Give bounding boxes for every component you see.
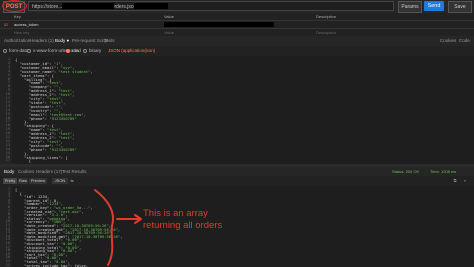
send-button[interactable]: Send xyxy=(424,1,444,11)
value-header: Value xyxy=(164,14,174,19)
new-key-placeholder[interactable]: New key xyxy=(14,29,29,36)
request-body-editor[interactable]: 1{2 "customer_id": "1", 3 "customer_email… xyxy=(0,56,474,164)
radio-urlencoded[interactable] xyxy=(27,49,31,53)
new-value-placeholder[interactable]: Value xyxy=(164,29,174,36)
tab-authorization[interactable]: Authorization xyxy=(4,36,30,46)
annotation-bracket xyxy=(94,189,142,266)
radio-binary[interactable] xyxy=(83,49,87,53)
annotation-text: This is an array returning all orders xyxy=(143,208,263,232)
code-line: { xyxy=(15,158,32,164)
redaction-bar xyxy=(62,3,114,9)
cookies-link[interactable]: Cookies xyxy=(440,36,456,46)
redaction-bar xyxy=(164,22,274,27)
radio-form-data[interactable] xyxy=(3,49,7,53)
method-highlight-circle xyxy=(2,0,27,12)
new-description-placeholder[interactable]: Description xyxy=(316,29,336,36)
line-number: 22 xyxy=(5,262,10,267)
tab-pre-request-script[interactable]: Pre-request Script xyxy=(72,36,108,46)
preview-button[interactable]: Preview xyxy=(29,178,47,184)
description-header: Description xyxy=(316,14,337,19)
option-binary[interactable]: binary xyxy=(89,46,101,56)
format-select[interactable]: JSON xyxy=(52,178,68,184)
checkbox-icon[interactable]: ☑ xyxy=(4,21,8,28)
response-tab-headers[interactable]: Headers (17) xyxy=(36,167,62,176)
params-header-row: Key Value Description xyxy=(0,13,474,21)
params-button[interactable]: Params xyxy=(398,1,422,13)
copy-icon[interactable]: ⧉ xyxy=(452,178,458,184)
response-time: Time: 1208 ms xyxy=(430,169,457,174)
annotation-line-1: This is an array xyxy=(143,208,208,219)
key-header: Key xyxy=(14,14,21,19)
save-button[interactable]: Save xyxy=(448,1,472,13)
code-line: "prices_include_tax": false, xyxy=(24,262,89,267)
redaction-bar xyxy=(134,3,168,9)
response-tab-cookies[interactable]: Cookies xyxy=(18,167,34,176)
body-format-select[interactable]: JSON (application/json) xyxy=(108,46,155,56)
option-form-data[interactable]: form-data xyxy=(9,46,28,56)
tab-tests[interactable]: Tests xyxy=(104,36,115,46)
params-table: Key Value Description ☑ access_token New… xyxy=(0,13,474,37)
params-row[interactable]: ☑ access_token xyxy=(0,21,474,29)
tab-headers[interactable]: Headers (1) xyxy=(30,36,54,46)
annotation-line-2: returning all orders xyxy=(143,220,223,231)
param-key[interactable]: access_token xyxy=(14,21,38,28)
code-link[interactable]: Code xyxy=(459,36,470,46)
response-tab-test-results[interactable]: Test Results xyxy=(62,167,87,176)
wrap-icon[interactable]: ⇆ xyxy=(69,178,75,184)
line-number: 27 xyxy=(5,158,10,163)
pretty-button[interactable]: Pretty xyxy=(3,178,17,184)
radio-raw[interactable] xyxy=(66,49,70,53)
search-icon[interactable]: ⌕ xyxy=(462,178,468,184)
response-status: Status: 200 OK xyxy=(392,169,420,174)
option-raw[interactable]: raw xyxy=(72,46,79,56)
raw-button[interactable]: Raw xyxy=(18,178,28,184)
response-toolbar: Pretty Raw Preview JSON ⇆ ⧉ ⌕ xyxy=(0,176,474,186)
